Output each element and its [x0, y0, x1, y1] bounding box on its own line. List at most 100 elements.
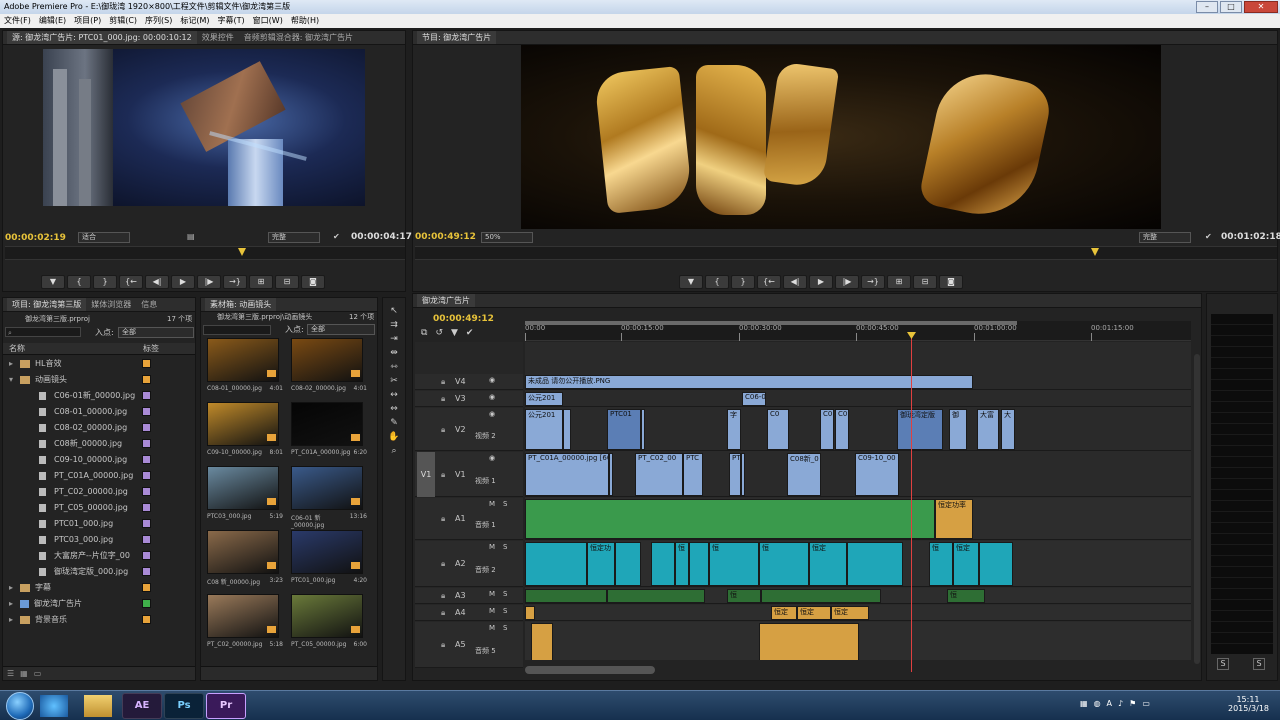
solo-icon[interactable]: S: [503, 607, 507, 615]
lock-icon[interactable]: 🔒︎: [441, 470, 445, 480]
timeline-clip[interactable]: [525, 589, 607, 603]
source-playhead[interactable]: [238, 248, 246, 256]
lock-icon[interactable]: 🔒︎: [441, 377, 445, 387]
track-header-a2[interactable]: 🔒︎ A2 M S 音频 2: [415, 541, 523, 587]
project-search-input[interactable]: ⌕: [5, 327, 81, 337]
label-swatch[interactable]: [142, 551, 151, 560]
program-playhead-timecode[interactable]: 00:00:49:12: [415, 232, 476, 242]
timeline-clip[interactable]: [525, 542, 587, 586]
track-header-v3[interactable]: 🔒︎ V3 ◉: [415, 391, 523, 407]
project-item[interactable]: C08-02_00000.jpg: [3, 420, 193, 436]
eye-icon[interactable]: ◉: [489, 393, 495, 401]
timeline-settings-icon[interactable]: ✔: [466, 328, 474, 338]
snap-icon[interactable]: ⧉: [421, 328, 427, 338]
antivirus-icon[interactable]: ◍: [1094, 699, 1101, 708]
rate-stretch-icon[interactable]: ⇿: [387, 360, 401, 374]
timeline-clip[interactable]: PT_C02_00: [635, 453, 683, 496]
timeline-clip[interactable]: [607, 589, 705, 603]
project-item[interactable]: C06-01新_00000.jpg: [3, 388, 193, 404]
explorer-icon[interactable]: [84, 695, 112, 717]
timeline-clip[interactable]: PTC01: [607, 409, 641, 450]
source-mark-in-icon[interactable]: {: [67, 275, 91, 289]
track-header-a4[interactable]: 🔒︎ A4 M S: [415, 605, 523, 621]
project-item[interactable]: C08-01_00000.jpg: [3, 404, 193, 420]
timeline-clip[interactable]: [979, 542, 1013, 586]
bin-in-point-dropdown[interactable]: 全部: [307, 324, 375, 335]
timeline-clip[interactable]: 未成品 请勿公开播放.PNG: [525, 375, 973, 389]
program-overwrite-icon[interactable]: ⊟: [913, 275, 937, 289]
timeline-clip[interactable]: PT_C01A_00000.jpg [609: [525, 453, 609, 496]
menu-edit[interactable]: 编辑(E): [35, 14, 70, 28]
program-export-frame-icon[interactable]: ◙: [939, 275, 963, 289]
timeline-clip[interactable]: 公元201: [525, 409, 563, 450]
source-wrench-icon[interactable]: ✔: [333, 232, 340, 241]
track-lane-v3[interactable]: [525, 391, 1191, 407]
project-item[interactable]: 御珑湾定版_000.jpg: [3, 564, 193, 580]
track-select-icon[interactable]: ⇉: [387, 318, 401, 332]
track-header-a5[interactable]: 🔒︎ A5 M S 音频 5: [415, 622, 523, 668]
source-play-icon[interactable]: ▶: [171, 275, 195, 289]
lock-icon[interactable]: 🔒︎: [441, 425, 445, 435]
solo-icon[interactable]: S: [503, 500, 507, 508]
solo-icon[interactable]: S: [503, 624, 507, 632]
solo-right-button[interactable]: S: [1253, 658, 1265, 670]
timeline-clip[interactable]: 恒定: [831, 606, 869, 620]
eye-icon[interactable]: ◉: [489, 454, 495, 462]
timeline-clip[interactable]: [641, 409, 645, 450]
program-mark-in-icon[interactable]: {: [705, 275, 729, 289]
tab-audio-clip-mixer[interactable]: 音频剪辑混合器: 御龙湾广告片: [239, 31, 358, 44]
source-quality-dropdown[interactable]: 完整: [268, 232, 320, 243]
ie-icon[interactable]: [40, 695, 68, 717]
bin-search-input[interactable]: [203, 325, 271, 335]
timeline-clip[interactable]: 恒定: [771, 606, 797, 620]
clock[interactable]: 15:11 2015/3/18: [1228, 695, 1269, 713]
source-mark-out-icon[interactable]: }: [93, 275, 117, 289]
source-go-to-in-icon[interactable]: {←: [119, 275, 143, 289]
source-go-to-out-icon[interactable]: →}: [223, 275, 247, 289]
source-playhead-timecode[interactable]: 00:00:02:19: [5, 233, 66, 243]
timeline-clip[interactable]: [689, 542, 709, 586]
label-swatch[interactable]: [142, 519, 151, 528]
timeline-clip[interactable]: PTC: [683, 453, 703, 496]
mute-icon[interactable]: M: [489, 590, 495, 598]
tab-sequence[interactable]: 御龙湾广告片: [417, 294, 475, 307]
rolling-edit-icon[interactable]: ⇹: [387, 346, 401, 360]
zoom-icon[interactable]: ⌕: [387, 444, 401, 458]
program-insert-icon[interactable]: ⊞: [887, 275, 911, 289]
tab-bin[interactable]: 素材箱: 动画镜头: [205, 298, 277, 311]
label-swatch[interactable]: [142, 439, 151, 448]
selection-tool-icon[interactable]: ↖: [387, 304, 401, 318]
timeline-clip[interactable]: 恒: [709, 542, 759, 586]
project-item[interactable]: C09-10_00000.jpg: [3, 452, 193, 468]
project-item[interactable]: ▸ 字幕: [3, 580, 193, 596]
work-area-bar[interactable]: [525, 321, 1017, 325]
program-go-to-in-icon[interactable]: {←: [757, 275, 781, 289]
timeline-clip[interactable]: [525, 606, 535, 620]
timeline-clip[interactable]: 公元201: [525, 392, 563, 406]
timeline-clip[interactable]: [563, 409, 571, 450]
volume-icon[interactable]: ♪: [1118, 699, 1123, 708]
list-view-icon[interactable]: ☰: [7, 669, 14, 678]
label-swatch[interactable]: [142, 375, 151, 384]
program-marker-icon[interactable]: ▼: [679, 275, 703, 289]
new-bin-icon[interactable]: ▭: [34, 669, 42, 678]
network-icon[interactable]: ▦: [1080, 699, 1088, 708]
mute-icon[interactable]: M: [489, 500, 495, 508]
program-zoom-dropdown[interactable]: 50%: [481, 232, 533, 243]
timeline-clip[interactable]: [615, 542, 641, 586]
lock-icon[interactable]: 🔒︎: [441, 559, 445, 569]
expand-icon[interactable]: ▸: [9, 356, 17, 372]
close-button[interactable]: ✕: [1244, 1, 1278, 13]
timeline-clip[interactable]: 恒定功率: [935, 499, 973, 539]
monitor-icon[interactable]: ▭: [1142, 699, 1150, 708]
timeline-clip[interactable]: 字: [727, 409, 741, 450]
timeline-clip[interactable]: [525, 499, 935, 539]
source-insert-icon[interactable]: ⊞: [249, 275, 273, 289]
program-step-forward-icon[interactable]: |▶: [835, 275, 859, 289]
expand-icon[interactable]: ▸: [9, 612, 17, 628]
label-swatch[interactable]: [142, 455, 151, 464]
timeline-clip[interactable]: 恒定: [809, 542, 847, 586]
program-go-to-out-icon[interactable]: →}: [861, 275, 885, 289]
start-button[interactable]: [6, 692, 34, 720]
lock-icon[interactable]: 🔒︎: [441, 591, 445, 601]
